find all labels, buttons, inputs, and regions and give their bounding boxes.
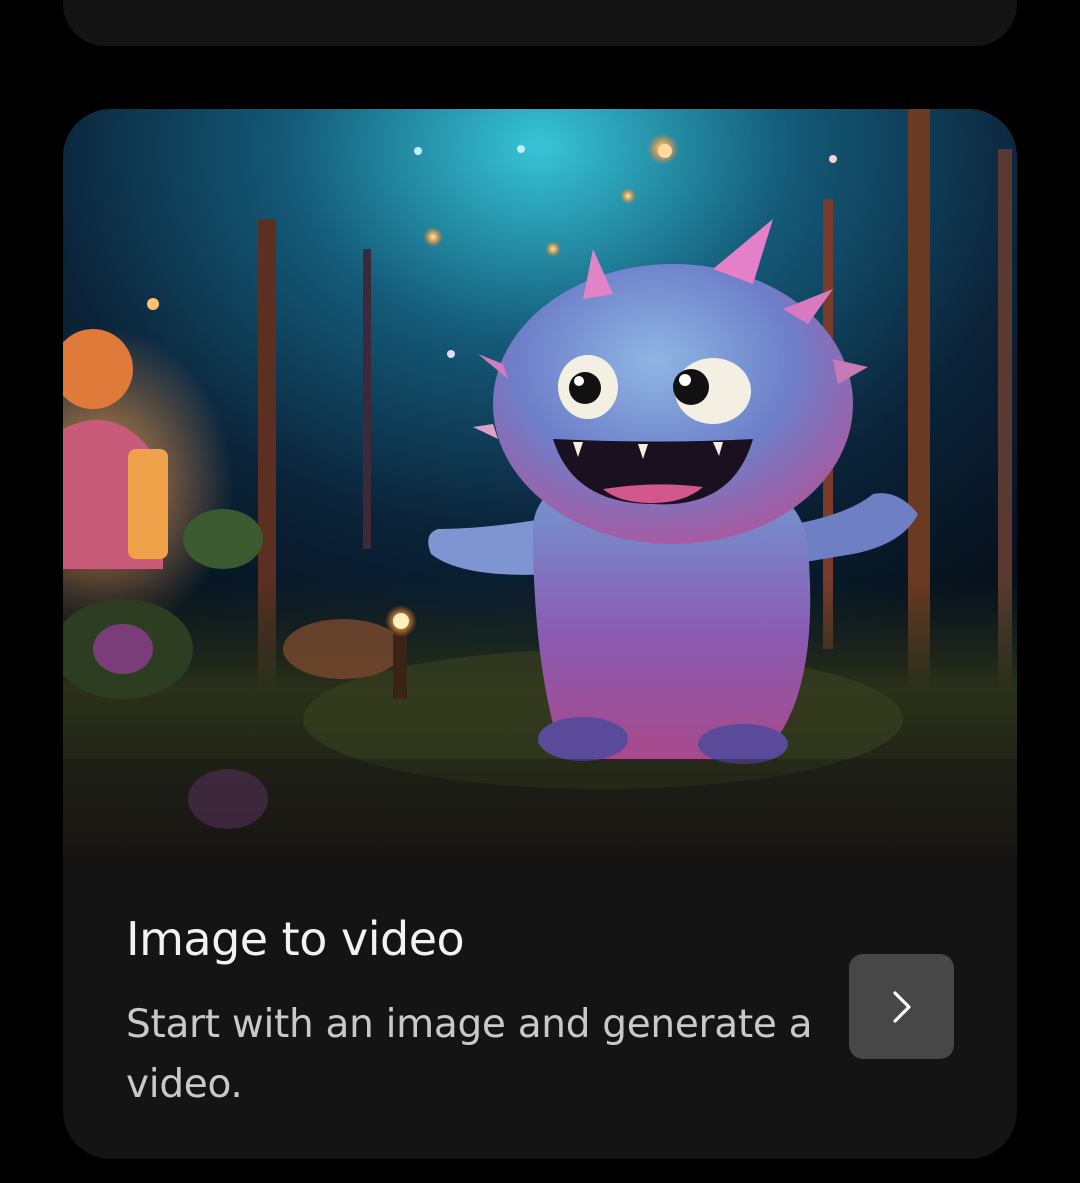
previous-card-bottom[interactable]: [63, 0, 1017, 46]
chevron-right-icon: [892, 990, 911, 1023]
card-description: Start with an image and generate a video…: [126, 1002, 813, 1107]
image-to-video-card[interactable]: Image to video Start with an image and g…: [63, 109, 1017, 1159]
hero-image: [63, 109, 1017, 855]
open-image-to-video-button[interactable]: [849, 954, 954, 1059]
card-title: Image to video: [126, 912, 465, 966]
